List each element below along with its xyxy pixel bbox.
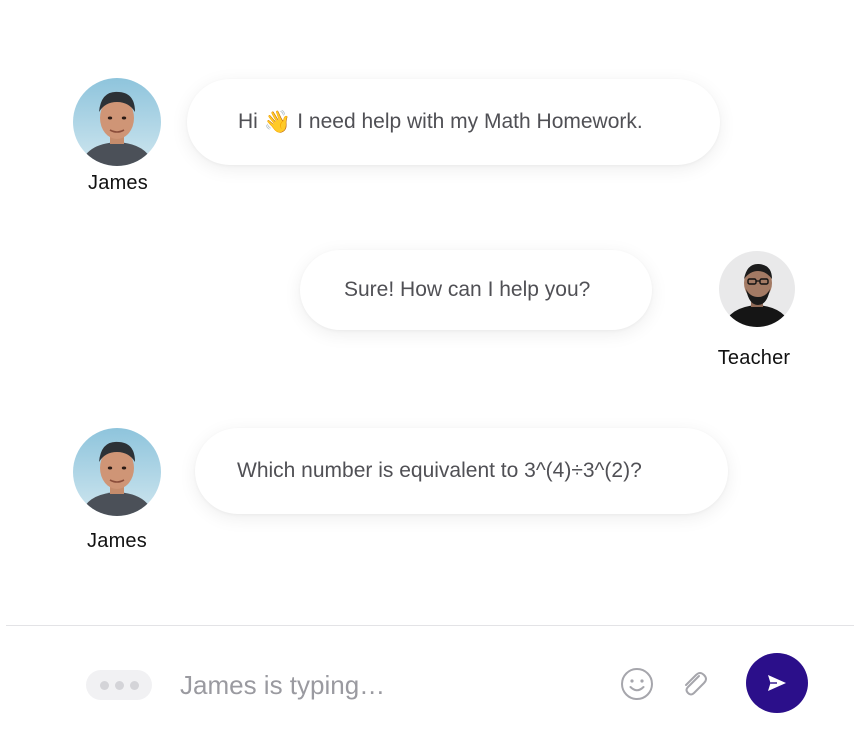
typing-indicator-icon — [86, 670, 152, 700]
typing-dot — [129, 680, 139, 690]
send-button[interactable] — [746, 653, 808, 713]
message-bubble-teacher: Sure! How can I help you? — [300, 250, 652, 330]
sender-name-teacher: Teacher — [717, 347, 791, 369]
message-text-greeting: Hi — [238, 110, 258, 133]
chat-window: James Hi 👋 I need help with my Math Home… — [0, 0, 854, 748]
message-text: Sure! How can I help you? — [344, 278, 591, 301]
message-text: Which number is equivalent to 3^(4)÷3^(2… — [237, 459, 642, 482]
james-avatar[interactable] — [73, 78, 161, 166]
paperclip-icon — [685, 672, 707, 696]
sender-name-james: James — [88, 172, 148, 194]
attach-button[interactable] — [676, 666, 712, 702]
typing-dot — [99, 680, 109, 690]
typing-dot — [114, 680, 124, 690]
smiley-icon — [621, 668, 653, 700]
emoji-button[interactable] — [619, 666, 655, 702]
send-icon — [768, 675, 786, 691]
waving-hand-emoji: 👋 — [263, 109, 292, 134]
message-bubble-james-1: Hi 👋 I need help with my Math Homework. — [187, 79, 720, 165]
james-avatar[interactable] — [73, 428, 161, 516]
message-bubble-james-2: Which number is equivalent to 3^(4)÷3^(2… — [195, 428, 728, 514]
sender-name-james: James — [87, 530, 147, 552]
composer-divider — [6, 625, 854, 626]
message-input[interactable] — [180, 664, 580, 706]
message-text-request: I need help with my Math Homework. — [297, 110, 643, 133]
teacher-avatar[interactable] — [719, 251, 795, 327]
